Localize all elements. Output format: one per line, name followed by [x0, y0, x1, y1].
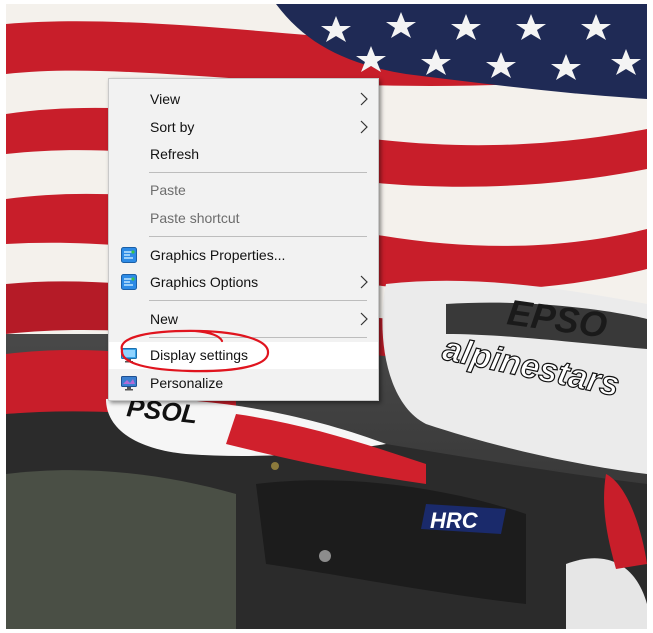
chevron-right-icon — [360, 120, 368, 134]
menu-separator — [149, 172, 367, 173]
display-settings-icon — [121, 348, 137, 363]
menu-item-personalize[interactable]: Personalize — [109, 370, 378, 397]
chevron-right-icon — [360, 275, 368, 289]
menu-separator — [149, 236, 367, 237]
menu-item-label: Graphics Options — [150, 274, 259, 290]
menu-item-display-settings[interactable]: Display settings — [109, 342, 378, 369]
menu-item-view[interactable]: View — [109, 86, 378, 113]
menu-item-label: Sort by — [150, 119, 195, 135]
menu-item-graphics-properties[interactable]: Graphics Properties... — [109, 242, 378, 269]
menu-separator — [149, 337, 367, 338]
menu-item-paste[interactable]: Paste — [109, 177, 378, 204]
menu-item-label: New — [150, 311, 179, 327]
desktop-context-menu: View Sort by Refresh Paste Paste shortcu… — [108, 78, 379, 401]
intel-graphics-icon — [121, 247, 137, 263]
menu-item-label: Graphics Properties... — [150, 247, 286, 263]
menu-item-label: View — [150, 91, 181, 107]
wallpaper-hrc-logo: HRC — [430, 508, 479, 533]
menu-item-label: Display settings — [150, 347, 249, 363]
menu-item-new[interactable]: New — [109, 306, 378, 333]
chevron-right-icon — [360, 92, 368, 106]
menu-item-sort-by[interactable]: Sort by — [109, 114, 378, 141]
personalize-icon — [121, 376, 137, 391]
menu-item-paste-shortcut[interactable]: Paste shortcut — [109, 205, 378, 232]
menu-item-refresh[interactable]: Refresh — [109, 141, 378, 168]
menu-separator — [149, 300, 367, 301]
menu-item-label: Paste shortcut — [150, 210, 240, 226]
menu-item-label: Paste — [150, 182, 186, 198]
chevron-right-icon — [360, 312, 368, 326]
menu-item-graphics-options[interactable]: Graphics Options — [109, 269, 378, 296]
intel-graphics-icon — [121, 274, 137, 290]
menu-item-label: Refresh — [150, 146, 200, 162]
menu-item-label: Personalize — [150, 375, 224, 391]
